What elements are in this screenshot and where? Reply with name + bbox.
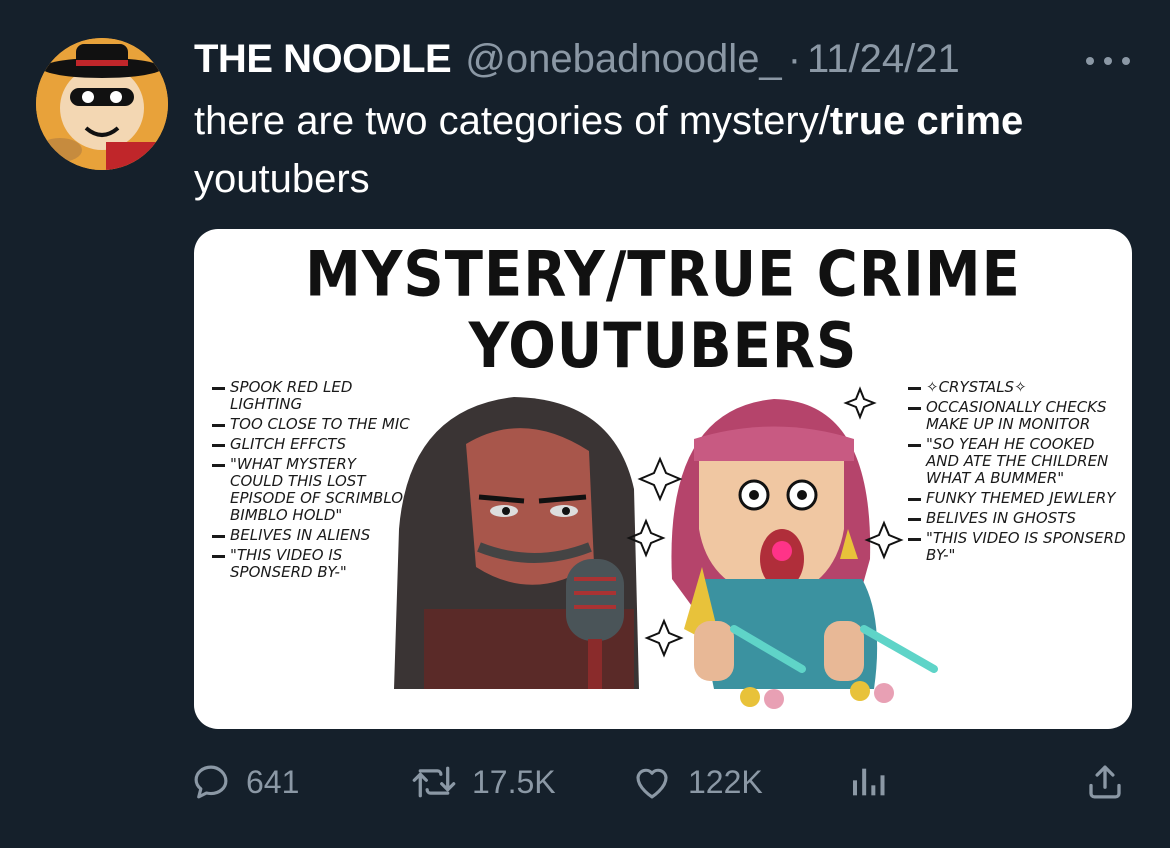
left-notes: Spook red led lighting Too close to the … [210,379,410,584]
note-item: Belives in ghosts [906,510,1130,527]
tweet-text-part: there are two categories of mystery/ [194,99,830,143]
analytics-icon [853,768,885,796]
tweet-date[interactable]: 11/24/21 [807,36,960,82]
note-item: Spook red led lighting [210,379,410,413]
like-button[interactable]: 122K [630,752,763,812]
reply-icon [194,765,228,799]
note-item: Too close to the mic [210,416,410,433]
like-count: 122K [688,763,763,800]
reply-button[interactable]: 641 [190,752,299,812]
note-item: Funky themed jewlery [906,490,1130,507]
comic-title: MYSTERY/TRUE CRIME YOUTUBERS [194,239,1132,382]
comic-title-line: MYSTERY/TRUE CRIME [305,238,1021,311]
note-item: ✧Crystals✧ [906,379,1130,396]
tweet-text-bold: true [829,99,906,143]
comic-title-line: YOUTUBERS [468,309,858,383]
retweet-icon [412,766,456,798]
avatar[interactable] [36,38,168,170]
tweet-text-space [905,99,916,143]
tweet-image[interactable]: MYSTERY/TRUE CRIME YOUTUBERS Spook red l… [194,229,1132,729]
tweet-actions: 641 17.5K 122K [190,752,1140,812]
like-icon [636,768,668,799]
note-item: "What mystery could this lost episode of… [210,456,410,524]
retweet-button[interactable]: 17.5K [410,752,556,812]
note-item: "So yeah he cooked and ate the children … [906,436,1130,487]
separator: · [787,37,802,81]
author-name[interactable]: THE NOODLE [194,36,452,82]
note-item: "This video is sponserd by-" [906,530,1130,564]
analytics-button[interactable] [848,752,888,812]
note-item: Occasionally checks make up in monitor [906,399,1130,433]
share-button[interactable] [1084,752,1126,812]
note-item: "This video is sponserd by-" [210,547,410,581]
right-notes: ✧Crystals✧ Occasionally checks make up i… [906,379,1130,567]
note-item: Belives in aliens [210,527,410,544]
tweet: THE NOODLE @onebadnoodle_ · 11/24/21 the… [0,0,1170,848]
note-item: Glitch effcts [210,436,410,453]
tweet-text: there are two categories of mystery/true… [194,92,1094,208]
tweet-header: THE NOODLE @onebadnoodle_ · 11/24/21 [194,36,960,82]
more-icon[interactable] [1082,44,1134,78]
reply-count: 641 [246,763,300,800]
share-icon [1089,765,1121,799]
tweet-text-bold: crime [916,99,1024,143]
retweet-count: 17.5K [472,763,556,800]
tweet-text-part: youtubers [194,157,370,201]
author-handle[interactable]: @onebadnoodle_ [465,36,781,82]
